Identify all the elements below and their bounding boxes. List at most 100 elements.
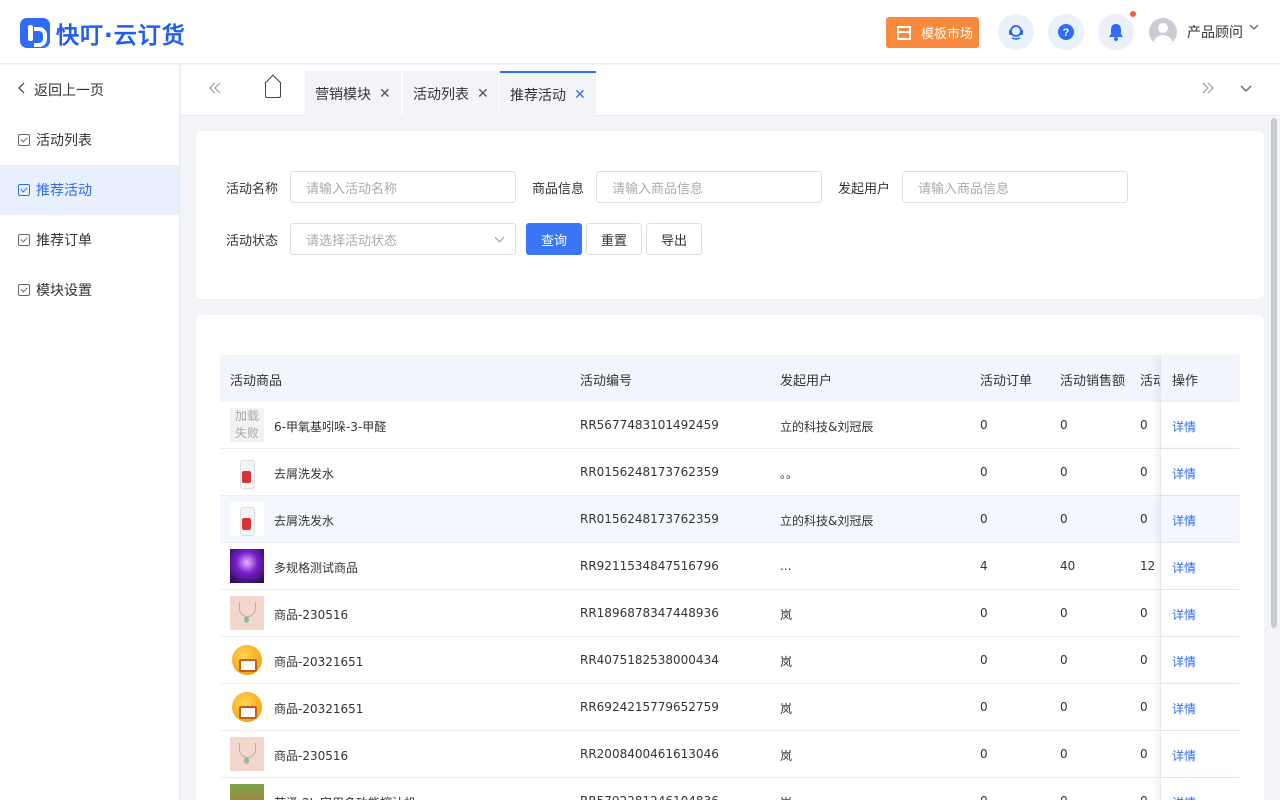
status-select[interactable]: 请选择活动状态: [290, 223, 516, 255]
close-icon[interactable]: ✕: [574, 87, 586, 103]
activity-name-input[interactable]: 请输入活动名称: [290, 171, 516, 203]
detail-link[interactable]: 详情: [1172, 512, 1196, 529]
user-name[interactable]: 产品顾问: [1187, 22, 1243, 42]
initiator-user: ...: [780, 559, 792, 573]
table-row[interactable]: 商品-230516 RR1896878347448936 岚 0 0 0 详情: [220, 590, 1240, 637]
double-chevron-right-icon[interactable]: [1202, 79, 1214, 98]
brand-logo[interactable]: 快叮·云订货: [20, 16, 186, 50]
action-cell: 详情: [1160, 590, 1240, 636]
customer-service-button[interactable]: [998, 14, 1034, 50]
table-row[interactable]: 去屑洗发水 RR0156248173762359 。。 0 0 0 详情: [220, 449, 1240, 496]
close-icon[interactable]: ✕: [477, 86, 489, 102]
detail-link[interactable]: 详情: [1172, 559, 1196, 576]
table-row[interactable]: 商品-230516 RR2008400461613046 岚 0 0 0 详情: [220, 731, 1240, 778]
table-header: 活动商品 活动编号 发起用户 活动订单 活动销售额 活动 操作: [220, 355, 1240, 402]
tab-marketing-module[interactable]: 营销模块 ✕: [305, 71, 401, 116]
activity-orders: 0: [980, 653, 988, 667]
back-link[interactable]: 返回上一页: [0, 65, 179, 115]
status-label: 活动状态: [226, 234, 279, 249]
column-header: 活动: [1140, 374, 1160, 389]
product-info-input[interactable]: 请输入商品信息: [596, 171, 822, 203]
initiator-input[interactable]: 请输入商品信息: [902, 171, 1128, 203]
activity-code: RR5792281246104836: [580, 794, 719, 800]
product-thumbnail: [230, 643, 264, 677]
product-name: 商品-20321651: [274, 655, 364, 669]
sidebar-item-recommend-activity[interactable]: 推荐活动: [0, 165, 179, 215]
column-header: 活动编号: [580, 374, 633, 389]
initiator-user: 岚: [780, 608, 793, 622]
product-thumbnail: [230, 784, 264, 800]
template-icon: [897, 25, 911, 40]
tab-activity-list[interactable]: 活动列表 ✕: [403, 71, 499, 116]
activity-sales: 0: [1060, 512, 1068, 526]
column-header: 活动销售额: [1060, 374, 1126, 389]
table-row[interactable]: 芒泽 2L 家用多功能榨汁机 RR5792281246104836 岚 0 0 0 详情: [220, 778, 1240, 800]
activity-orders: 0: [980, 747, 988, 761]
table-row[interactable]: 商品-20321651 RR6924215779652759 岚 0 0 0 详情: [220, 684, 1240, 731]
initiator-user: 。。: [780, 467, 799, 481]
activity-orders: 0: [980, 465, 988, 479]
checkbox-icon: [18, 184, 30, 196]
query-button[interactable]: 查询: [526, 223, 582, 255]
product-name: 6-甲氧基吲哚-3-甲醛: [274, 420, 387, 434]
activity-code: RR4075182538000434: [580, 653, 719, 667]
checkbox-icon: [18, 134, 30, 146]
product-thumbnail: [230, 596, 264, 630]
activity-name-placeholder: 请输入活动名称: [306, 181, 398, 197]
activity-sales: 0: [1060, 465, 1068, 479]
sidebar-item-label: 活动列表: [36, 133, 92, 149]
sidebar-item-activity-list[interactable]: 活动列表: [0, 115, 179, 165]
activity-orders: 0: [980, 512, 988, 526]
detail-link[interactable]: 详情: [1172, 465, 1196, 482]
table-row[interactable]: 加载失败 6-甲氧基吲哚-3-甲醛 RR5677483101492459 立的科技&刘…: [220, 402, 1240, 449]
image-load-failed: 加载失败: [230, 408, 264, 442]
detail-link[interactable]: 详情: [1172, 606, 1196, 623]
tab-recommend-activity[interactable]: 推荐活动 ✕: [500, 71, 596, 116]
table-row[interactable]: 多规格测试商品 RR9211534847516796... 4 40 12 详情: [220, 543, 1240, 590]
notification-button[interactable]: [1098, 14, 1134, 50]
activity-code: RR6924215779652759: [580, 700, 719, 714]
status-placeholder: 请选择活动状态: [306, 233, 398, 249]
product-name: 商品-230516: [274, 749, 349, 763]
help-button[interactable]: ?: [1048, 14, 1084, 50]
detail-link[interactable]: 详情: [1172, 794, 1196, 800]
scrollbar[interactable]: [1271, 118, 1277, 628]
double-chevron-left-icon[interactable]: [209, 79, 221, 98]
detail-link[interactable]: 详情: [1172, 747, 1196, 764]
activity-sales: 0: [1060, 747, 1068, 761]
avatar[interactable]: [1149, 18, 1177, 46]
tab-label: 活动列表: [413, 86, 469, 103]
activity-orders: 0: [980, 794, 988, 800]
product-thumbnail: [230, 455, 264, 489]
action-cell: 详情: [1160, 449, 1240, 495]
close-icon[interactable]: ✕: [379, 86, 391, 102]
activity-code: RR9211534847516796: [580, 559, 719, 573]
tab-bar: 营销模块 ✕ 活动列表 ✕ 推荐活动 ✕: [181, 65, 1280, 116]
home-icon[interactable]: [265, 83, 281, 98]
reset-button[interactable]: 重置: [586, 223, 642, 255]
detail-link[interactable]: 详情: [1172, 700, 1196, 717]
export-button[interactable]: 导出: [646, 223, 702, 255]
table-row[interactable]: 去屑洗发水 RR0156248173762359 立的科技&刘冠辰 0 0 0 详情: [220, 496, 1240, 543]
chevron-down-icon[interactable]: [1249, 22, 1259, 35]
template-market-button[interactable]: 模板市场: [886, 17, 979, 48]
column-header: 发起用户: [780, 374, 833, 389]
initiator-user: 岚: [780, 794, 792, 800]
activity-orders: 4: [980, 559, 988, 573]
detail-link[interactable]: 详情: [1172, 653, 1196, 670]
column-header: 操作: [1172, 374, 1199, 389]
initiator-user: 立的科技&刘冠辰: [780, 514, 874, 528]
checkbox-icon: [18, 234, 30, 246]
initiator-user: 岚: [780, 655, 793, 669]
action-cell: 详情: [1160, 637, 1240, 683]
sidebar-item-label: 模块设置: [36, 283, 92, 299]
checkbox-icon: [18, 284, 30, 296]
sidebar-item-recommend-orders[interactable]: 推荐订单: [0, 215, 179, 265]
table-row[interactable]: 商品-20321651 RR4075182538000434 岚 0 0 0 详情: [220, 637, 1240, 684]
initiator-label: 发起用户: [838, 182, 891, 197]
sidebar-item-module-settings[interactable]: 模块设置: [0, 265, 179, 315]
chevron-down-icon[interactable]: [1240, 79, 1252, 98]
detail-link[interactable]: 详情: [1172, 418, 1196, 435]
product-info-label: 商品信息: [532, 182, 585, 197]
activity-extra: 0: [1140, 512, 1148, 526]
